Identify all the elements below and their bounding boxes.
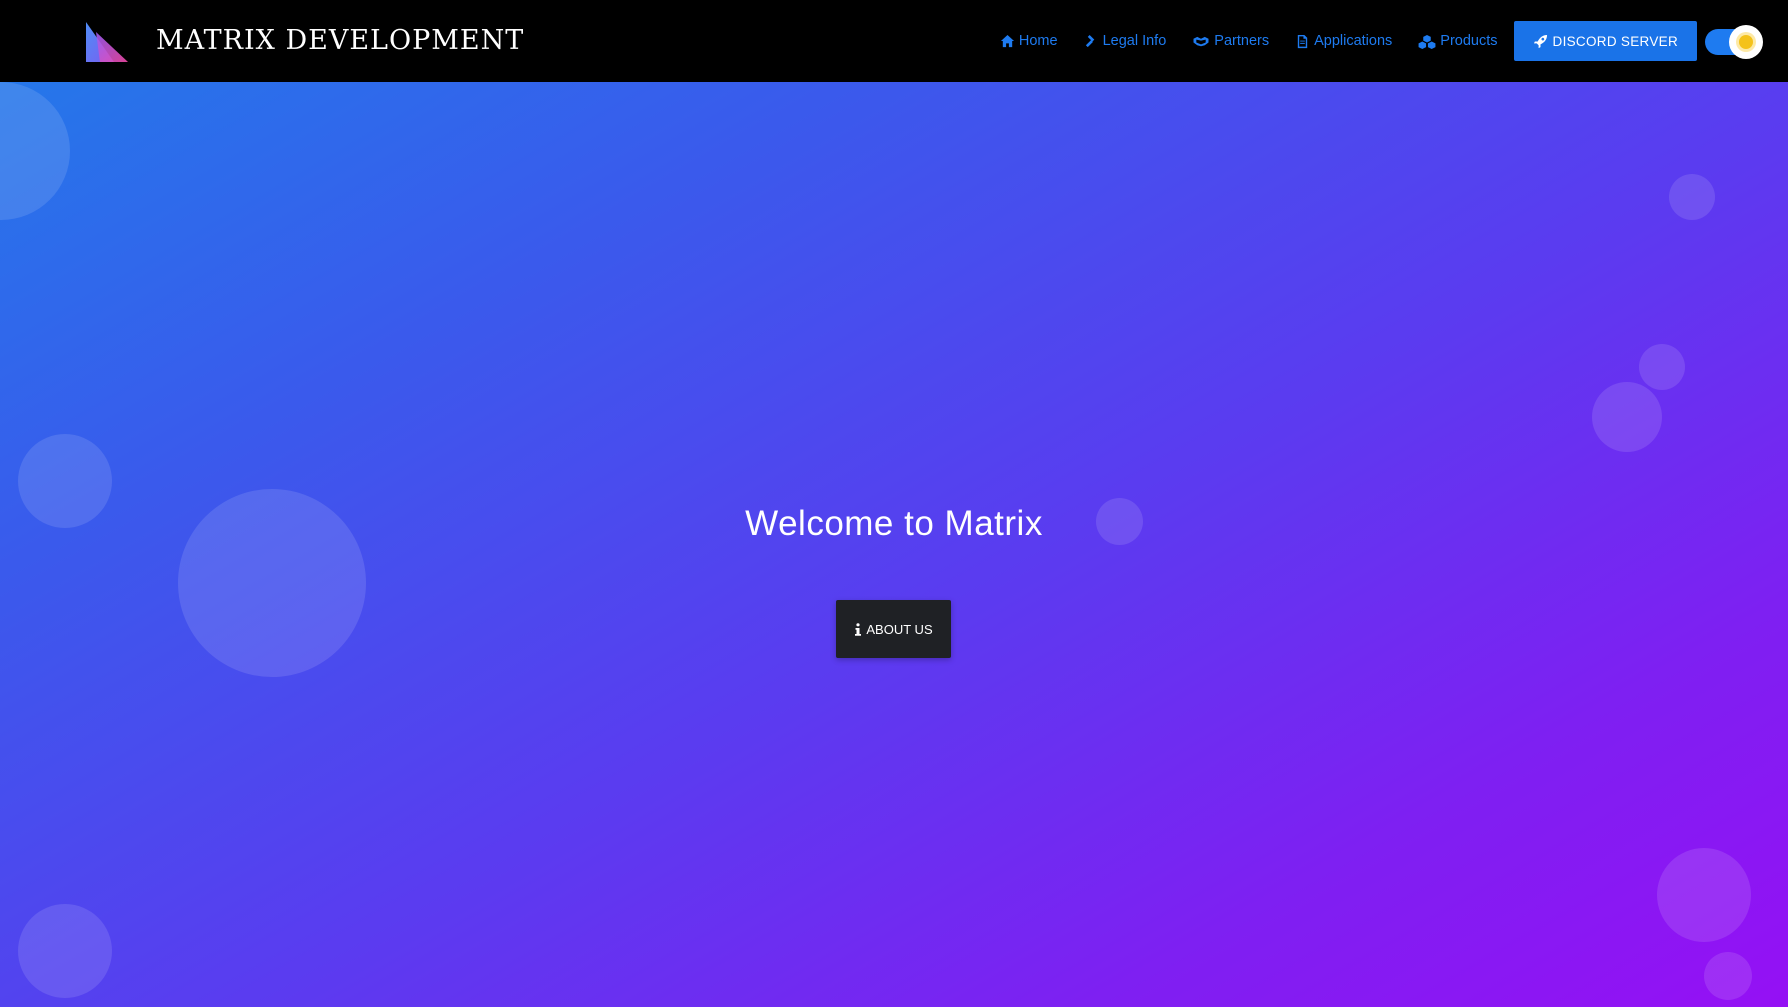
info-icon <box>855 622 862 636</box>
nav-applications-label: Applications <box>1314 33 1393 49</box>
nav-partners-label: Partners <box>1214 33 1270 49</box>
navbar: MATRIX DEVELOPMENT Home Legal Info Partn… <box>0 0 1788 82</box>
brand[interactable]: MATRIX DEVELOPMENT <box>84 18 524 64</box>
hero-section: Welcome to Matrix ABOUT US <box>0 82 1788 1007</box>
decorative-bubble <box>1592 382 1662 452</box>
discord-server-button[interactable]: DISCORD SERVER <box>1513 21 1697 61</box>
decorative-bubble <box>1657 848 1751 942</box>
theme-toggle[interactable] <box>1705 25 1763 59</box>
nav-home[interactable]: Home <box>1000 33 1058 49</box>
cubes-icon <box>1418 34 1436 49</box>
sun-icon <box>1739 35 1753 49</box>
about-us-button[interactable]: ABOUT US <box>836 600 951 658</box>
document-icon <box>1297 34 1308 48</box>
home-icon <box>1000 34 1014 47</box>
brand-title: MATRIX DEVELOPMENT <box>156 25 525 56</box>
main-nav: Home Legal Info Partners Applications Pr… <box>1000 0 1788 82</box>
nav-home-label: Home <box>1018 33 1058 49</box>
rocket-icon <box>1533 34 1547 48</box>
nav-products-label: Products <box>1440 33 1498 49</box>
gavel-icon <box>1085 34 1094 47</box>
decorative-bubble <box>18 904 112 998</box>
nav-applications[interactable]: Applications <box>1295 33 1392 49</box>
nav-products[interactable]: Products <box>1418 33 1498 49</box>
handshake-icon <box>1193 36 1209 46</box>
nav-legal-info[interactable]: Legal Info <box>1084 33 1167 49</box>
decorative-bubble <box>1704 952 1752 1000</box>
discord-button-label: DISCORD SERVER <box>1552 33 1678 49</box>
decorative-bubble <box>0 82 70 220</box>
matrix-logo <box>86 22 128 62</box>
hero-title: Welcome to Matrix <box>745 504 1043 543</box>
about-us-label: ABOUT US <box>866 621 933 637</box>
nav-legal-label: Legal Info <box>1102 33 1167 49</box>
decorative-bubble <box>1669 174 1715 220</box>
nav-partners[interactable]: Partners <box>1192 33 1269 49</box>
decorative-bubble <box>1639 344 1685 390</box>
toggle-knob <box>1729 25 1763 59</box>
